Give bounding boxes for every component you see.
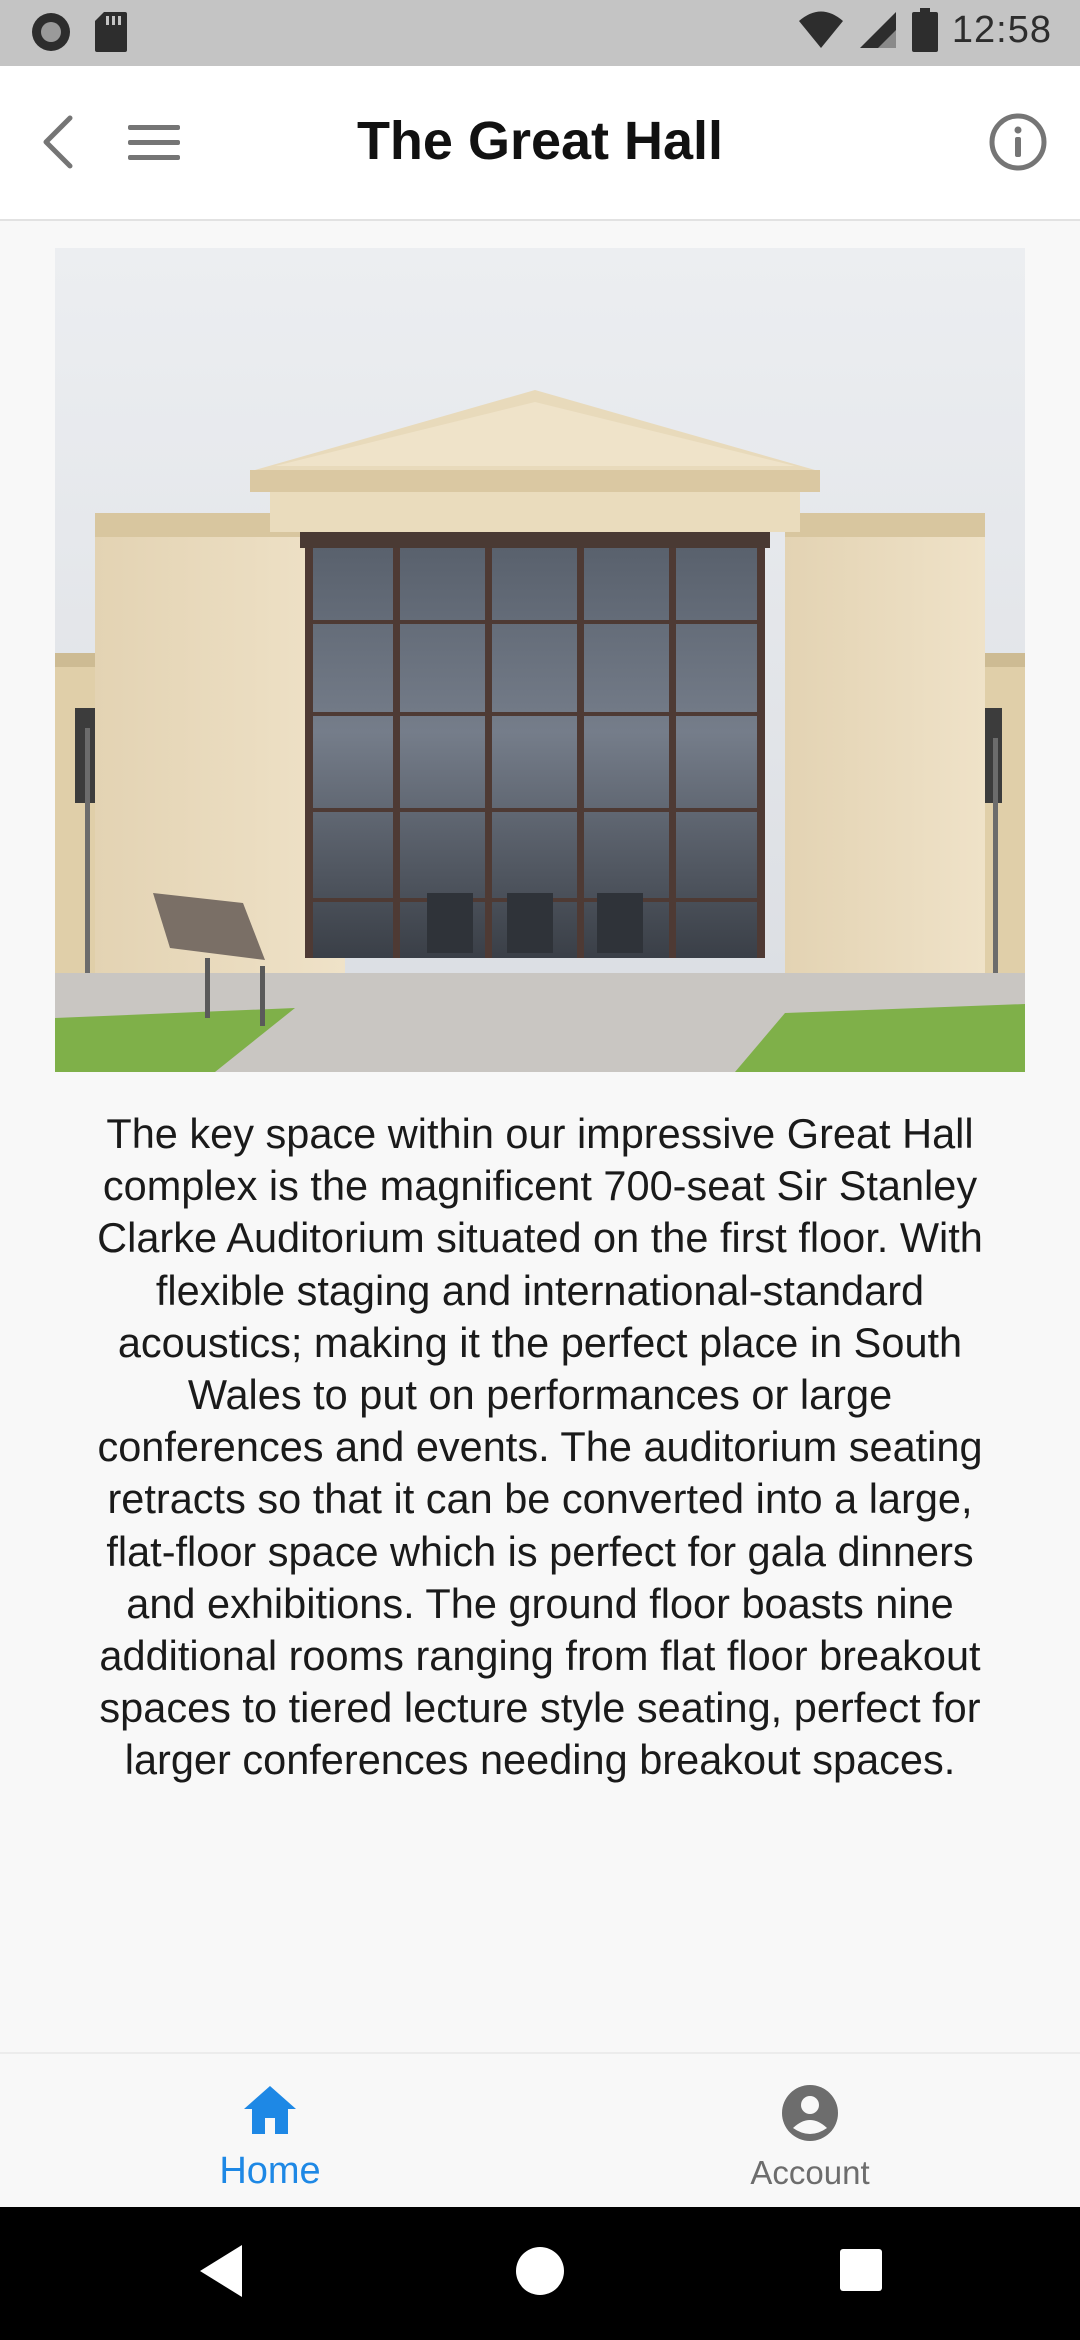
home-icon	[244, 2086, 296, 2134]
system-back-icon[interactable]	[198, 2243, 244, 2299]
wifi-icon	[798, 11, 843, 48]
battery-icon	[911, 8, 938, 52]
back-arrow-icon[interactable]	[30, 112, 90, 172]
bottom-navigation: Home Account	[0, 2052, 1080, 2209]
system-navigation-bar	[0, 2207, 1080, 2340]
app-bar: The Great Hall	[0, 66, 1080, 221]
venue-description: The key space within our impressive Grea…	[97, 1110, 983, 1784]
status-time: 12:58	[951, 8, 1052, 51]
nav-home-label: Home	[219, 2150, 321, 2192]
account-icon	[782, 2085, 838, 2141]
status-bar: 12:58	[0, 0, 1080, 66]
record-icon	[32, 13, 70, 51]
info-icon[interactable]	[986, 110, 1050, 174]
nav-account-label: Account	[750, 2154, 870, 2191]
hero-image	[55, 248, 1025, 1072]
system-recents-icon[interactable]	[838, 2247, 884, 2293]
nav-home-tab[interactable]: Home	[0, 2054, 540, 2209]
hamburger-menu-icon[interactable]	[124, 112, 184, 172]
sd-card-icon	[95, 12, 127, 52]
system-home-icon[interactable]	[514, 2245, 566, 2297]
cell-signal-icon	[859, 12, 896, 48]
nav-account-tab[interactable]: Account	[540, 2054, 1080, 2209]
great-hall-building-illustration	[55, 248, 1025, 1072]
